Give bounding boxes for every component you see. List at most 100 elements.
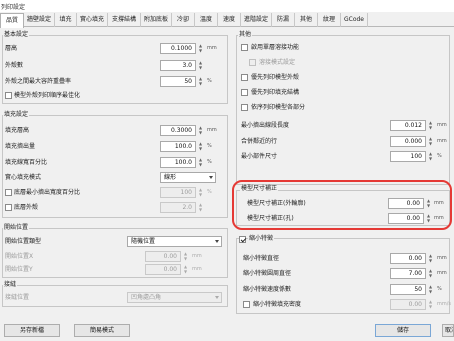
min-part-stepper[interactable]: ▲ ▼ xyxy=(427,151,434,162)
chevron-down-icon xyxy=(215,240,219,243)
merge-lines-stepper[interactable]: ▲ ▼ xyxy=(427,136,434,147)
start-method-value: 隨機位置 xyxy=(131,238,156,245)
small-threshold-stepper[interactable]: ▲ ▼ xyxy=(427,253,434,264)
bottom-shell-label: 底層外殼 xyxy=(14,204,39,211)
tab-ooze[interactable]: 防漏 xyxy=(272,13,295,27)
unit-label: % xyxy=(207,143,212,149)
overlap-label: 外殼之間最大容許重疊率 xyxy=(5,78,72,85)
tab-solid-infill[interactable]: 實心填充 xyxy=(77,13,108,27)
weld-mode-checkbox[interactable] xyxy=(249,59,256,66)
sequential-print-checkbox[interactable] xyxy=(241,104,248,111)
tab-walls[interactable]: 牆壁設定 xyxy=(24,13,55,27)
min-extrude-label: 最小擠出線段長度 xyxy=(241,122,290,129)
seam-position-select[interactable]: 凹角處凸角 xyxy=(127,292,222,303)
single-weld-checkbox[interactable] xyxy=(241,44,248,51)
shell-count-stepper[interactable]: ▲ ▼ xyxy=(197,60,204,71)
fill-flow-label: 填充擠出量 xyxy=(5,143,36,150)
small-radius-input[interactable]: 7.00 xyxy=(390,268,426,279)
merge-lines-input[interactable]: 0.000 xyxy=(390,136,426,147)
seam-position-label: 接縫位置 xyxy=(5,294,30,301)
small-speed-stepper[interactable]: ▲ ▼ xyxy=(427,284,434,295)
small-features-title: 縮小特徵 xyxy=(248,235,275,243)
tab-cooling[interactable]: 冷卻 xyxy=(172,13,195,27)
solid-pattern-select[interactable]: 線形 xyxy=(160,172,216,183)
shell-count-input[interactable]: 3.0 xyxy=(160,60,196,71)
fill-layer-label: 填充層高 xyxy=(5,127,30,134)
tab-raft[interactable]: 附加底板 xyxy=(141,13,172,27)
save-as-button[interactable]: 另存新檔 xyxy=(4,324,60,337)
fill-flow-stepper[interactable]: ▲ ▼ xyxy=(197,141,204,152)
unit-label: mm/s xyxy=(437,301,452,307)
tab-infill[interactable]: 填充 xyxy=(55,13,77,27)
layer-height-label: 層高 xyxy=(5,45,18,52)
unit-label: % xyxy=(207,189,212,195)
fill-width-input[interactable]: 100.0 xyxy=(160,157,196,168)
sequential-print-label: 依序列印模型各部分 xyxy=(251,104,306,111)
misc-title: 其他 xyxy=(238,31,253,39)
unit-label: mm xyxy=(192,266,202,272)
small-radius-stepper[interactable]: ▲ ▼ xyxy=(427,268,434,279)
bottom-shell-checkbox[interactable] xyxy=(5,204,12,211)
fill-layer-input[interactable]: 0.3000 xyxy=(160,125,196,136)
bottom-gap-label: 底層最小擠出寬度百分比 xyxy=(14,189,81,196)
fill-width-stepper[interactable]: ▲ ▼ xyxy=(197,157,204,168)
start-y-input[interactable]: 0.00 xyxy=(145,264,181,275)
tab-texture[interactable]: 紋理 xyxy=(318,13,341,27)
tab-speed[interactable]: 速度 xyxy=(218,13,241,27)
chevron-down-icon xyxy=(215,296,219,299)
small-threshold-input[interactable]: 0.00 xyxy=(390,253,426,264)
small-speed-input[interactable]: 50 xyxy=(390,284,426,295)
tab-support[interactable]: 支撐結構 xyxy=(108,13,141,27)
small-slow-checkbox[interactable] xyxy=(243,301,250,308)
bottom-shell-input[interactable]: 2.0 xyxy=(160,202,196,213)
weld-mode-label: 溶接模式設定 xyxy=(259,59,296,66)
small-features-checkbox[interactable] xyxy=(239,236,246,243)
unit-label: mm xyxy=(207,127,217,133)
min-part-input[interactable]: 100 xyxy=(390,151,426,162)
layer-height-input[interactable]: 0.1000 xyxy=(160,43,196,54)
bottom-gap-checkbox[interactable] xyxy=(5,189,12,196)
tab-quality[interactable]: 品質 xyxy=(0,13,24,28)
start-x-input[interactable]: 0.00 xyxy=(145,251,181,262)
min-extrude-input[interactable]: 0.012 xyxy=(390,120,426,131)
fill-settings-title: 填充設定 xyxy=(3,111,30,119)
print-infill-first-checkbox[interactable] xyxy=(241,89,248,96)
min-extrude-stepper[interactable]: ▲ ▼ xyxy=(427,120,434,131)
layer-height-stepper[interactable]: ▲ ▼ xyxy=(197,43,204,54)
window-title: 列印設定 xyxy=(1,4,26,11)
start-y-stepper[interactable]: ▲ ▼ xyxy=(182,264,189,275)
tab-temperature[interactable]: 溫度 xyxy=(195,13,218,27)
start-method-label: 開始位置類型 xyxy=(5,238,42,245)
overlap-input[interactable]: 50 xyxy=(160,76,196,87)
bottom-gap-input[interactable]: 100 xyxy=(160,187,196,198)
tab-others[interactable]: 其他 xyxy=(295,13,318,27)
merge-lines-label: 合併鄰近的行 xyxy=(241,138,278,145)
single-weld-label: 啟用單層溶接功能 xyxy=(251,44,300,51)
optimize-order-label: 模型外殼列印順序最佳化 xyxy=(14,92,81,99)
tab-gcode[interactable]: GCode xyxy=(341,13,368,27)
easy-mode-button[interactable]: 簡易模式 xyxy=(74,324,130,337)
window-title-bar: 列印設定 xyxy=(0,0,454,12)
solid-pattern-label: 實心填充模式 xyxy=(5,174,42,181)
print-shell-first-checkbox[interactable] xyxy=(241,74,248,81)
settings-tab-bar: 品質 牆壁設定 填充 實心填充 支撐結構 附加底板 冷卻 溫度 速度 進階設定 … xyxy=(0,13,454,28)
bottom-shell-stepper[interactable]: ▲ ▼ xyxy=(197,202,204,213)
fill-flow-input[interactable]: 100.0 xyxy=(160,141,196,152)
tab-advanced[interactable]: 進階設定 xyxy=(241,13,272,27)
save-button[interactable]: 儲存 xyxy=(375,324,431,337)
fill-layer-stepper[interactable]: ▲ ▼ xyxy=(197,125,204,136)
highlight-ring xyxy=(232,180,452,230)
unit-label: mm xyxy=(437,122,447,128)
small-slow-stepper[interactable]: ▲ ▼ xyxy=(427,299,434,310)
small-speed-label: 縮小特徵速度係數 xyxy=(243,286,292,293)
optimize-order-checkbox[interactable] xyxy=(5,92,12,99)
start-x-stepper[interactable]: ▲ ▼ xyxy=(182,251,189,262)
overlap-stepper[interactable]: ▲ ▼ xyxy=(197,76,204,87)
print-infill-first-label: 優先列印填充結構 xyxy=(251,89,300,96)
cancel-button[interactable]: 取消 xyxy=(442,324,454,337)
unit-label: mm xyxy=(192,253,202,259)
start-method-select[interactable]: 隨機位置 xyxy=(127,236,222,247)
bottom-gap-stepper[interactable]: ▲ ▼ xyxy=(197,187,204,198)
shell-count-label: 外殼數 xyxy=(5,62,24,69)
small-slow-input[interactable]: 0.00 xyxy=(390,299,426,310)
